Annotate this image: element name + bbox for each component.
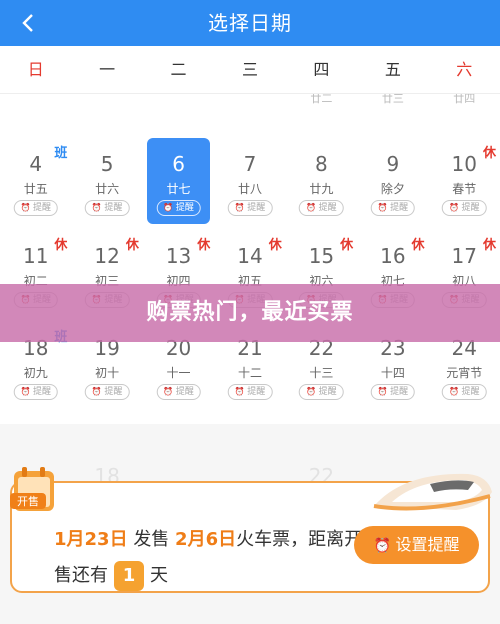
lunar-date: 廿九 [309, 182, 334, 196]
holiday-badge: 休 [197, 238, 211, 253]
calendar-day[interactable]: 8 廿九提醒 [286, 138, 357, 228]
countdown-text: 售还有 1 天 [54, 561, 168, 591]
lunar-date: 十四 [380, 366, 405, 380]
partial-lunar [143, 94, 214, 112]
remind-button[interactable]: 提醒 [442, 384, 487, 400]
partial-lunar: 廿二 [310, 94, 333, 105]
set-reminder-button[interactable]: 设置提醒 [354, 526, 479, 564]
presale-label: 发售 [133, 529, 170, 550]
travel-date: 2月6日 [175, 529, 237, 550]
top-bar: 选择日期 [0, 0, 500, 46]
day-number: 8 [315, 152, 328, 176]
icon-label: 开售 [17, 494, 39, 508]
lunar-date: 元宵节 [446, 366, 483, 380]
calendar-week-row: 4廿五提醒班5廿六提醒6廿七提醒7廿八提醒8廿九提醒9除夕提醒10春节提醒休 [0, 138, 500, 228]
partial-lunar: 廿三 [381, 94, 404, 105]
holiday-badge: 休 [54, 238, 68, 253]
presale-text: 1月23日 发售 2月6日火车票，距离开 [54, 525, 362, 551]
holiday-badge: 休 [482, 146, 496, 161]
holiday-badge: 休 [482, 238, 496, 253]
weekday-fri: 五 [384, 60, 401, 79]
remind-button[interactable]: 提醒 [299, 200, 344, 216]
lunar-date: 廿五 [23, 182, 48, 196]
lunar-date: 十二 [237, 366, 262, 380]
weekday-sun: 日 [27, 60, 44, 79]
weekday-thu: 四 [313, 60, 330, 79]
countdown-days: 1 [114, 561, 144, 591]
lunar-date: 春节 [452, 182, 477, 196]
partial-lunar: 廿四 [453, 94, 476, 105]
remind-button[interactable]: 提醒 [13, 384, 58, 400]
remind-button[interactable]: 提醒 [227, 200, 273, 216]
workday-badge: 班 [54, 146, 68, 161]
weekday-sat: 六 [456, 60, 473, 79]
lunar-date: 廿八 [237, 182, 262, 196]
holiday-badge: 休 [125, 238, 139, 253]
calendar-grid: 廿二 廿三 廿四 4廿五提醒班5廿六提醒6廿七提醒7廿八提醒8廿九提醒9除夕提醒… [0, 94, 500, 424]
remind-button[interactable]: 提醒 [156, 200, 201, 216]
remind-button[interactable]: 提醒 [442, 200, 487, 216]
train-icon [373, 473, 492, 511]
partial-lunar [71, 94, 142, 112]
countdown-suffix: 天 [150, 565, 168, 586]
remind-button[interactable]: 提醒 [84, 384, 130, 400]
weekday-header: 日 一 二 三 四 五 六 [0, 46, 500, 94]
partial-lunar [214, 94, 285, 112]
remind-button[interactable]: 提醒 [370, 200, 416, 216]
day-number: 6 [172, 152, 185, 176]
lunar-date: 除夕 [380, 182, 405, 196]
remind-button[interactable]: 提醒 [84, 200, 130, 216]
holiday-badge: 休 [340, 238, 354, 253]
lunar-date: 十一 [166, 366, 191, 380]
lunar-date: 廿七 [166, 182, 191, 196]
lunar-date: 初十 [95, 366, 120, 380]
calendar-day[interactable]: 7 廿八提醒 [214, 138, 285, 228]
remind-button[interactable]: 提醒 [13, 200, 58, 216]
day-number: 7 [243, 152, 257, 176]
day-number: 5 [100, 152, 114, 176]
remind-button[interactable]: 提醒 [227, 384, 273, 400]
weekday-tue: 二 [170, 60, 187, 79]
lunar-date: 初九 [23, 366, 48, 380]
countdown-prefix: 售还有 [54, 565, 108, 586]
holiday-badge: 休 [268, 238, 282, 253]
lunar-date: 廿六 [95, 182, 120, 196]
calendar-day[interactable]: 4廿五提醒班 [0, 138, 71, 228]
calendar-day[interactable]: 6 廿七提醒 [146, 138, 211, 224]
presale-desc: 火车票，距离开 [236, 529, 363, 550]
calendar-day[interactable]: 5 廿六提醒 [71, 138, 142, 228]
presale-date: 1月23日 [54, 529, 128, 550]
calendar-sale-icon: 开售 [10, 467, 54, 511]
weekday-mon: 一 [99, 60, 116, 79]
calendar-day[interactable]: 10春节提醒休 [429, 138, 500, 228]
calendar-day[interactable]: 9 除夕提醒 [357, 138, 428, 228]
page-title: 选择日期 [208, 11, 292, 35]
partial-lunar-row: 廿二 廿三 廿四 [0, 94, 500, 112]
remind-button[interactable]: 提醒 [370, 384, 416, 400]
remind-button[interactable]: 提醒 [299, 384, 344, 400]
remind-button[interactable]: 提醒 [156, 384, 201, 400]
holiday-badge: 休 [411, 238, 425, 253]
weekday-wed: 三 [241, 60, 258, 79]
lunar-date: 十三 [309, 366, 334, 380]
day-number: 9 [386, 152, 400, 176]
overlay-banner: 购票热门，最近买票 [0, 284, 500, 342]
partial-lunar [0, 94, 71, 112]
